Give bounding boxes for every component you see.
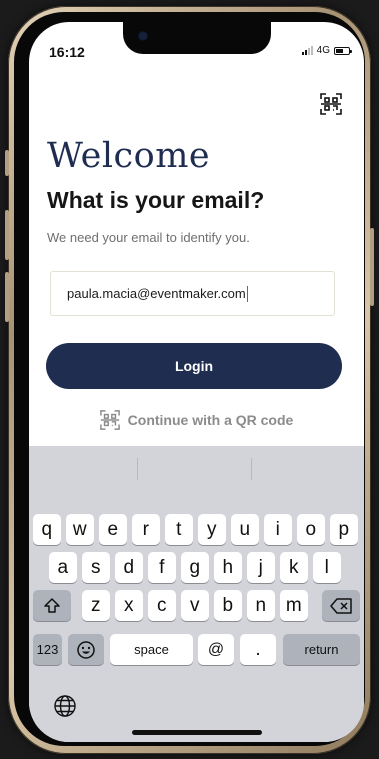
- key-o[interactable]: o: [297, 514, 325, 545]
- mute-switch: [5, 150, 9, 176]
- qr-scan-icon[interactable]: [320, 93, 342, 115]
- shift-icon: [44, 597, 60, 613]
- key-z[interactable]: z: [82, 590, 110, 621]
- status-bar-right: 4G: [301, 45, 352, 56]
- key-d[interactable]: d: [115, 552, 143, 583]
- battery-icon: [334, 46, 352, 55]
- key-w[interactable]: w: [66, 514, 94, 545]
- emoji-key[interactable]: [68, 634, 104, 665]
- qr-scan-icon: [99, 410, 120, 430]
- key-r[interactable]: r: [132, 514, 160, 545]
- key-x[interactable]: x: [115, 590, 143, 621]
- network-label: 4G: [316, 45, 330, 56]
- notch: [123, 22, 271, 54]
- front-camera: [139, 32, 147, 40]
- key-f[interactable]: f: [148, 552, 176, 583]
- backspace-icon: [330, 597, 352, 614]
- key-y[interactable]: y: [198, 514, 226, 545]
- status-time: 16:12: [49, 44, 85, 60]
- login-button[interactable]: Login: [46, 343, 342, 389]
- key-j[interactable]: j: [247, 552, 275, 583]
- backspace-key[interactable]: [322, 590, 360, 621]
- key-b[interactable]: b: [214, 590, 242, 621]
- return-key[interactable]: return: [283, 634, 360, 665]
- volume-down-button: [5, 272, 9, 322]
- qr-code-link[interactable]: Continue with a QR code: [29, 410, 364, 430]
- key-u[interactable]: u: [231, 514, 259, 545]
- welcome-heading: Welcome: [47, 136, 211, 176]
- home-indicator: [132, 730, 262, 735]
- text-cursor: [246, 285, 249, 302]
- key-h[interactable]: h: [214, 552, 242, 583]
- key-e[interactable]: e: [99, 514, 127, 545]
- shift-key[interactable]: [33, 590, 71, 621]
- key-v[interactable]: v: [181, 590, 209, 621]
- phone-screen: 16:12 4G Welcome What is your email? We …: [29, 22, 364, 742]
- key-p[interactable]: p: [330, 514, 358, 545]
- key-c[interactable]: c: [148, 590, 176, 621]
- key-i[interactable]: i: [264, 514, 292, 545]
- at-key[interactable]: @: [198, 634, 234, 665]
- emoji-icon: [77, 640, 95, 659]
- power-button: [370, 228, 374, 306]
- space-key[interactable]: space: [110, 634, 193, 665]
- key-g[interactable]: g: [181, 552, 209, 583]
- key-n[interactable]: n: [247, 590, 275, 621]
- volume-up-button: [5, 210, 9, 260]
- email-value: paula.macia@eventmaker.com: [67, 286, 246, 301]
- key-l[interactable]: l: [313, 552, 341, 583]
- keyboard: qwertyuiop asdfghjkl zxcvbnm 123 space @…: [29, 446, 364, 742]
- email-question: What is your email?: [47, 187, 265, 213]
- numbers-key[interactable]: 123: [33, 634, 62, 665]
- key-s[interactable]: s: [82, 552, 110, 583]
- prediction-bar: [29, 446, 364, 490]
- subtitle: We need your email to identify you.: [47, 230, 250, 245]
- signal-icon: [301, 46, 313, 55]
- email-field[interactable]: paula.macia@eventmaker.com: [50, 271, 335, 316]
- qr-link-label: Continue with a QR code: [127, 412, 294, 428]
- key-m[interactable]: m: [280, 590, 308, 621]
- dot-key[interactable]: .: [240, 634, 276, 665]
- key-q[interactable]: q: [33, 514, 61, 545]
- key-a[interactable]: a: [49, 552, 77, 583]
- key-t[interactable]: t: [165, 514, 193, 545]
- globe-icon[interactable]: [53, 694, 77, 718]
- key-k[interactable]: k: [280, 552, 308, 583]
